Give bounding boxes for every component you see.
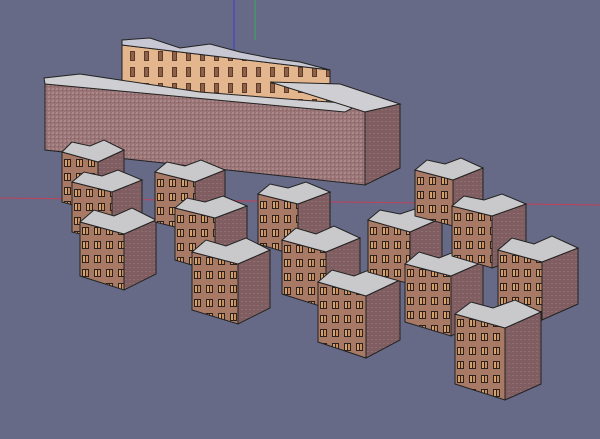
tower [316,267,402,359]
sketchup-viewport[interactable] [0,0,600,439]
tower [453,299,543,401]
3d-model-scene[interactable] [0,0,600,439]
tower [78,207,158,291]
tower [190,237,272,325]
